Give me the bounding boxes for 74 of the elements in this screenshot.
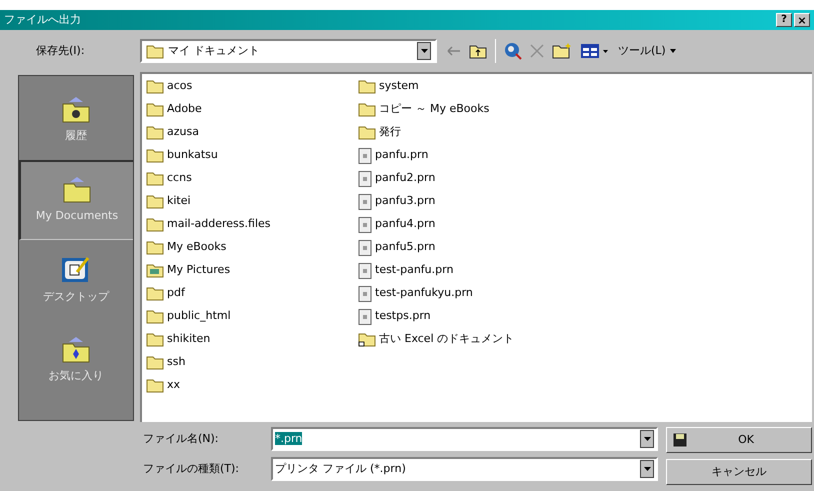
folder-icon [146,378,164,393]
save-in-label: 保存先(I): [35,42,86,59]
file-item[interactable]: panfu3.prn [358,190,808,213]
documents-folder-icon [62,176,92,204]
folder-icon [146,44,164,58]
shortcut-folder-icon [358,332,376,347]
window-title: ファイルへ出力 [4,12,82,28]
file-icon [358,148,372,164]
file-item[interactable]: コピー ～ My eBooks [358,98,808,121]
up-folder-icon[interactable] [469,44,487,58]
folder-icon [146,79,164,94]
file-icon [358,240,372,256]
file-icon [358,286,372,302]
file-icon [358,216,372,232]
location-dropdown[interactable]: マイ ドキュメント [140,39,437,63]
cancel-button[interactable]: キャンセル [666,459,812,485]
file-item[interactable]: Adobe [146,98,358,121]
tools-menu[interactable]: ツール(L) [618,42,676,60]
file-item[interactable]: 発行 [358,121,808,144]
file-item[interactable]: azusa [146,121,358,144]
favorites-folder-icon [61,336,91,364]
folder-icon [146,102,164,117]
file-item[interactable]: public_html [146,305,358,328]
globe-search-icon[interactable] [504,42,522,60]
file-item[interactable]: acos [146,75,358,98]
file-name-field[interactable]: *.prn [271,427,658,451]
file-item[interactable]: My eBooks [146,236,358,259]
folder-icon [146,286,164,301]
file-name-label: ファイル名(N): [143,430,220,447]
folder-icon [146,240,164,255]
file-item[interactable]: panfu5.prn [358,236,808,259]
desktop-icon [61,254,91,285]
file-item[interactable]: test-panfukyu.prn [358,282,808,305]
file-item[interactable]: ssh [146,351,358,374]
file-type-label: ファイルの種類(T): [143,460,240,477]
views-menu-icon[interactable] [580,43,610,59]
folder-icon [146,148,164,163]
folder-icon [358,79,376,94]
file-icon [358,194,372,210]
file-item[interactable]: panfu2.prn [358,167,808,190]
folder-icon [146,332,164,347]
history-folder-icon [61,96,91,124]
file-type-dropdown[interactable]: プリンタ ファイル (*.prn) [271,457,658,481]
file-item[interactable]: mail-adderess.files [146,213,358,236]
new-folder-icon[interactable] [552,43,572,59]
folder-icon [358,125,376,140]
close-button[interactable]: × [794,13,810,27]
folder-icon [146,194,164,209]
file-item[interactable]: xx [146,374,358,397]
help-button[interactable]: ? [776,13,792,27]
file-item[interactable]: panfu.prn [358,144,808,167]
file-item[interactable]: testps.prn [358,305,808,328]
picture-folder-icon [146,263,164,278]
folder-icon [358,102,376,117]
file-item[interactable]: 古い Excel のドキュメント [358,328,808,351]
file-item[interactable]: pdf [146,282,358,305]
file-item[interactable]: system [358,75,808,98]
file-item[interactable]: panfu4.prn [358,213,808,236]
file-icon [358,308,372,324]
folder-icon [146,355,164,370]
file-item[interactable]: kitei [146,190,358,213]
folder-icon [146,217,164,232]
folder-icon [146,309,164,324]
file-item[interactable]: ccns [146,167,358,190]
file-icon [358,170,372,186]
file-item[interactable]: bunkatsu [146,144,358,167]
ok-button[interactable]: OK [666,427,812,453]
caret-icon [670,49,676,53]
file-icon [358,262,372,278]
folder-icon [146,171,164,186]
file-item[interactable]: My Pictures [146,259,358,282]
folder-icon [146,125,164,140]
file-item[interactable]: test-panfu.prn [358,259,808,282]
file-item[interactable]: shikiten [146,328,358,351]
